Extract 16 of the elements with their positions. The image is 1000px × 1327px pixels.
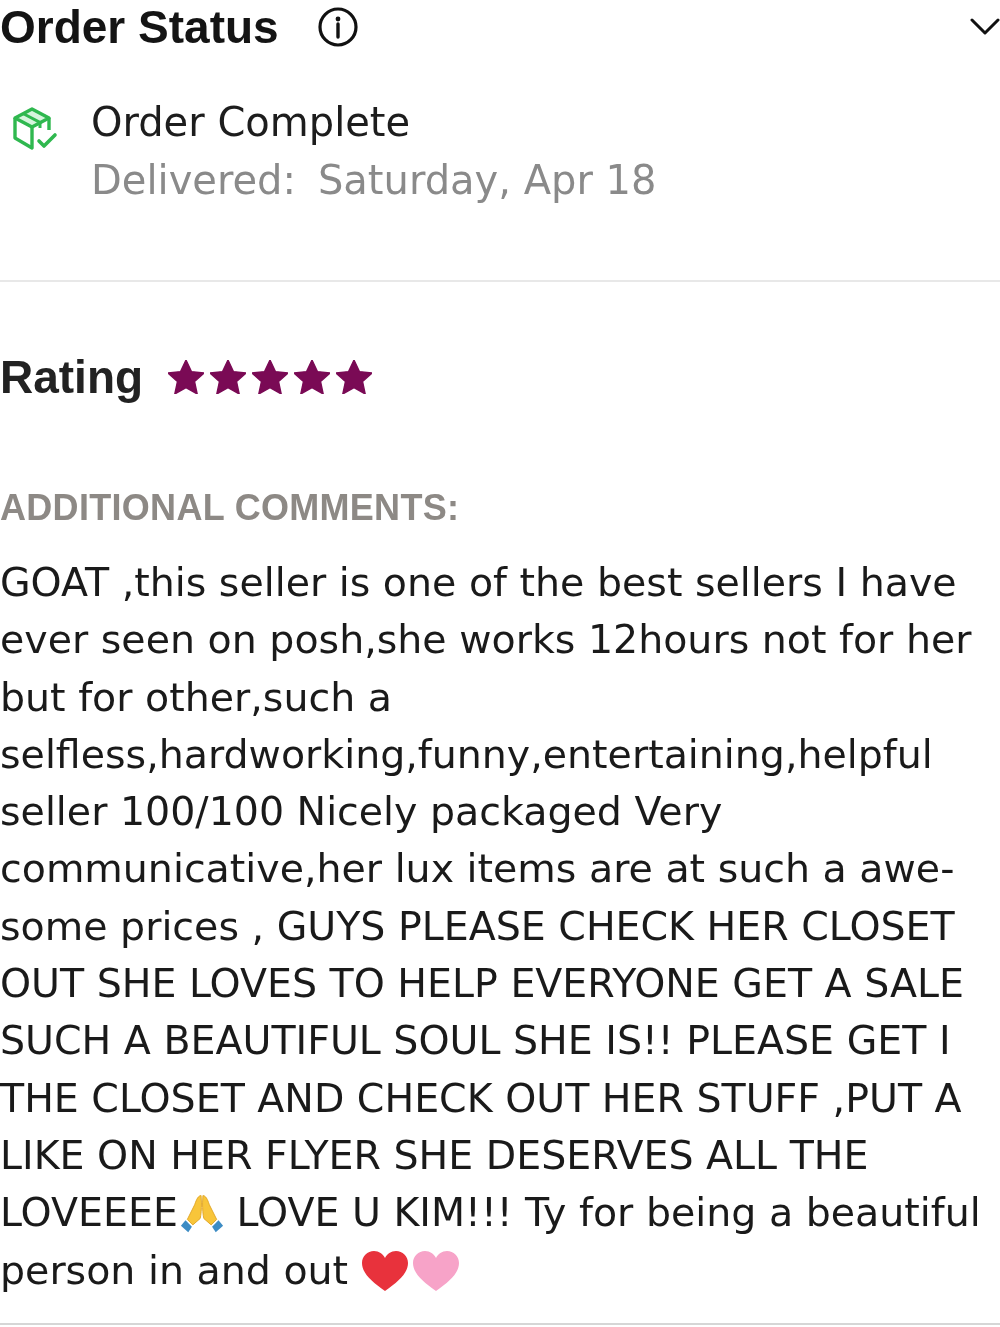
comment-text: GOAT ,this seller is one of the best sellers I have ever seen on posh,she works 12hours not for her but for other,such a selfless,hardworking,funny,entertaining,helpful seller 100/100 Nicely packaged Very communicative,her lux items are at such a awe- some prices , GUYS PLEASE CHECK HER CLOSET OUT SHE LOVES TO HELP EVERYONE GET A SALE SUCH A BEAUTIFUL SOUL SHE IS!! PLEASE GET I THE CLOSET AND CHECK OUT HER STUFF ,PUT A LIKE ON HER FLYER SHE DESERVES ALL THE LOVEEEE LOVE U KIM!!! Ty for being a beautiful person in and out <box>0 558 981 1295</box>
rating-label: Rating <box>0 351 144 403</box>
praying-hands-icon <box>179 1192 224 1235</box>
star-icon <box>252 360 289 394</box>
delivered-date: Saturday, Apr 18 <box>317 156 657 205</box>
order-status-title: Order Status <box>0 1 279 53</box>
box-check-icon <box>10 105 58 153</box>
info-icon[interactable] <box>317 7 358 47</box>
star-icon <box>294 360 331 394</box>
comments-heading: ADDITIONAL COMMENTS: <box>0 487 460 529</box>
star-icon <box>210 360 247 394</box>
delivered-label: Delivered: <box>91 156 296 205</box>
chevron-down-icon[interactable] <box>970 18 1000 36</box>
star-icon <box>336 360 373 394</box>
star-icon <box>168 360 205 394</box>
order-status-text: Order Complete <box>91 98 412 147</box>
